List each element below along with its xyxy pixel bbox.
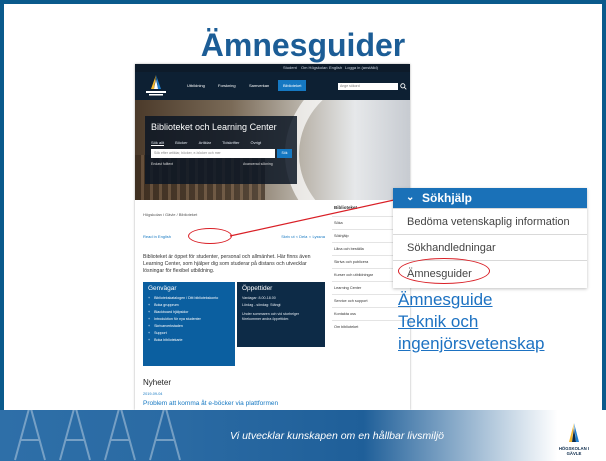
shortcut-link[interactable]: Boka bibliotekarie <box>148 337 218 344</box>
shortcut-link[interactable]: Bibliotekskatalogen / Ditt bibliotekskon… <box>148 295 218 302</box>
top-link-login[interactable]: Logga in (anställd) <box>345 65 378 70</box>
opening-hours-line: Vardagar: 8.00-18.00 <box>242 296 276 300</box>
tab-search-all[interactable]: Sök allt <box>151 140 165 146</box>
fulltext-checkbox-label[interactable]: Endast fulltext <box>151 162 173 166</box>
page-tools: Read in English Skriv ut < Dela ∩ Lyssna <box>143 234 325 240</box>
chevron-down-icon: ⌄ <box>406 192 415 203</box>
tab-books[interactable]: Böcker <box>175 140 187 145</box>
main-nav: Utbildning Forskning Samverkan Bibliotek… <box>135 72 410 100</box>
shortcut-link[interactable]: Skrivarverkstaden <box>148 323 218 330</box>
highlight-ring-amnesguider <box>398 258 490 284</box>
slide-title: Ämnesguider <box>200 27 406 63</box>
news-headline-link[interactable]: Problem att komma åt e-böcker via plattf… <box>143 400 278 407</box>
submenu-item-evaluate-information[interactable]: Bedöma vetenskaplig information <box>393 208 587 234</box>
hero-heading: Biblioteket och Learning Center <box>151 122 277 132</box>
submenu-header[interactable]: ⌄ Sökhjälp <box>393 188 587 208</box>
shortcut-link[interactable]: Introduktion för nya studenter <box>148 316 218 323</box>
library-search-button[interactable]: Sök <box>277 149 292 158</box>
opening-hours-line: Under sommaren och vid storhelger <box>242 312 300 316</box>
tab-journals[interactable]: Tidskrifter <box>222 140 239 145</box>
top-link-english[interactable]: English <box>329 65 342 70</box>
slide-border-top <box>0 0 606 4</box>
highlight-ring-sokhjalp <box>188 228 232 244</box>
opening-hours-line: Lördag - söndag: Stängt <box>242 303 281 307</box>
top-link-student[interactable]: Student <box>283 65 297 70</box>
shortcut-link[interactable]: Blackboard hjälpsidor <box>148 309 218 316</box>
opening-hours-line: förekommer andra öppettider. <box>242 317 290 321</box>
subject-guide-link[interactable]: Ämnesguide Teknik och ingenjörsvetenskap <box>398 289 598 355</box>
advanced-search-link[interactable]: Avancerad sökning <box>243 162 273 166</box>
slide-border-left <box>0 0 4 461</box>
footer-slogan: Vi utvecklar kunskapen om en hållbar liv… <box>230 430 444 442</box>
shortcut-link[interactable]: Support <box>148 330 218 337</box>
tab-other[interactable]: Övrigt <box>250 140 261 145</box>
shortcuts-heading: Genvägar <box>148 285 177 292</box>
hero-banner: Biblioteket och Learning Center Sök allt… <box>135 100 410 200</box>
submenu-item-search-guides[interactable]: Sökhandledningar <box>393 234 587 260</box>
library-website-screenshot: Student Om Högskolan English Logga in (a… <box>135 64 410 410</box>
nav-item-education[interactable]: Utbildning <box>187 83 205 88</box>
top-link-about[interactable]: Om Högskolan <box>301 65 327 70</box>
university-logo-icon <box>569 423 579 442</box>
shortcut-link[interactable]: Boka grupprum <box>148 302 218 309</box>
footer-logo-text: HÖGSKOLAN I GÄVLE <box>558 446 590 456</box>
intro-text: Biblioteket är öppet för studenter, pers… <box>143 254 311 274</box>
slide-border-right <box>602 0 606 461</box>
opening-hours-heading: Öppettider <box>242 285 273 292</box>
subject-guide-link-line[interactable]: Ämnesguide <box>398 289 598 311</box>
nav-item-collaboration[interactable]: Samverkan <box>249 83 269 88</box>
nav-search-input[interactable]: Ange sökord <box>338 83 398 90</box>
tab-articles[interactable]: Artiklar <box>199 140 211 145</box>
read-in-english-link[interactable]: Read in English <box>143 234 171 239</box>
news-heading: Nyheter <box>143 378 172 387</box>
library-search-input[interactable]: Sök efter artiklar, böcker, e-böcker och… <box>151 149 275 158</box>
shortcuts-list: Bibliotekskatalogen / Ditt bibliotekskon… <box>148 295 218 344</box>
breadcrumb[interactable]: Högskolan i Gävle / Biblioteket <box>143 212 197 217</box>
slide: Ämnesguider Student Om Högskolan English… <box>0 0 606 461</box>
shortcuts-box: Genvägar Bibliotekskatalogen / Ditt bibl… <box>143 282 235 366</box>
decorative-symbol-icon <box>149 410 181 461</box>
submenu-header-label: Sökhjälp <box>422 191 473 205</box>
decorative-symbol-icon <box>59 410 91 461</box>
subject-guide-link-line[interactable]: ingenjörsvetenskap <box>398 333 598 355</box>
university-logo-icon[interactable] <box>143 74 169 98</box>
hero-architecture-image <box>285 100 410 200</box>
library-search-panel: Biblioteket och Learning Center Sök allt… <box>145 116 297 184</box>
search-tabs: Sök allt Böcker Artiklar Tidskrifter Övrigt <box>151 140 272 146</box>
subject-guide-link-line[interactable]: Teknik och <box>398 311 598 333</box>
nav-item-library[interactable]: Biblioteket <box>278 80 307 91</box>
opening-hours-box: Öppettider Vardagar: 8.00-18.00 Lördag -… <box>237 282 325 347</box>
decorative-symbol-icon <box>104 410 136 461</box>
nav-item-research[interactable]: Forskning <box>218 83 236 88</box>
news-date: 2019-09-04 <box>143 392 163 396</box>
decorative-symbol-icon <box>14 410 46 461</box>
search-icon[interactable] <box>400 83 407 90</box>
top-link-bar: Student Om Högskolan English Logga in (a… <box>135 64 410 72</box>
print-share-listen-links[interactable]: Skriv ut < Dela ∩ Lyssna <box>281 234 325 239</box>
slide-footer: Vi utvecklar kunskapen om en hållbar liv… <box>0 410 606 461</box>
